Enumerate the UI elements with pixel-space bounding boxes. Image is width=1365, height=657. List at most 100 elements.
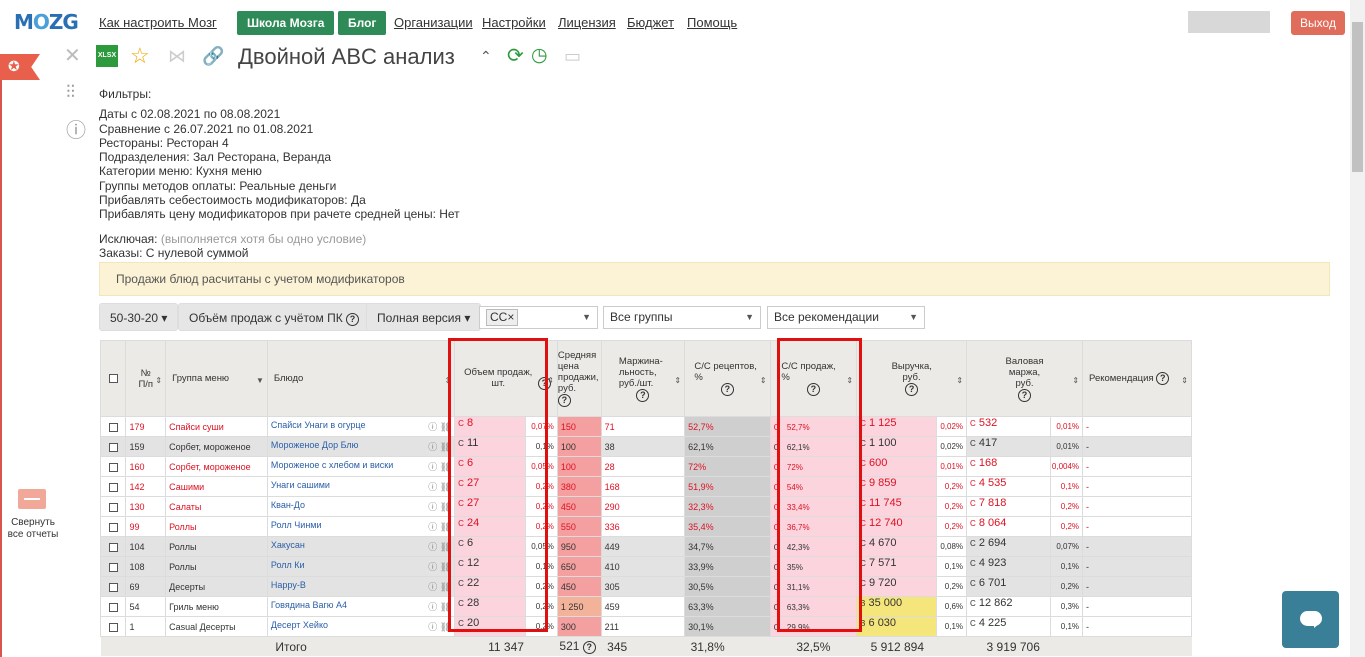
blog-button[interactable]: Блог (338, 11, 387, 35)
dropdown-arrow-icon[interactable]: ▼ (256, 375, 264, 386)
row-dish[interactable]: Мороженое Дор Блю ⓘ ⛓ (266, 436, 456, 457)
category-select[interactable]: СС× ▼ (479, 306, 598, 329)
row-dish[interactable]: Спайси Унаги в огурце ⓘ ⛓ (266, 416, 456, 437)
help-icon[interactable]: ? (558, 394, 571, 407)
header-price[interactable]: Средняя цена продажи, руб.? (556, 340, 602, 417)
xlsx-export-icon[interactable]: XLSX (96, 45, 118, 67)
row-checkbox-cell[interactable] (99, 516, 127, 537)
sort-icon[interactable]: ⇕ (1181, 375, 1188, 386)
table-row[interactable]: 1 Casual Десерты Десерт Хейко ⓘ ⛓ С 20 0,2% 30… (99, 616, 1192, 637)
row-checkbox[interactable] (108, 542, 118, 552)
header-cs-recipes[interactable]: С/С рецептов, %? ⇕ (684, 340, 771, 417)
link-icon[interactable]: 🔗 (202, 42, 224, 70)
row-dish[interactable]: Хакусан ⓘ ⛓ (266, 536, 456, 557)
user-avatar[interactable] (1188, 11, 1270, 33)
row-dish[interactable]: Happy-B ⓘ ⛓ (266, 576, 456, 597)
sort-icon[interactable]: ⇕ (547, 375, 554, 386)
dish-link[interactable]: Ролл Чинми (271, 520, 322, 530)
metric-button[interactable]: Объём продаж с учётом ПК ? (178, 303, 371, 331)
sort-icon[interactable]: ⇕ (674, 375, 681, 386)
row-dish[interactable]: Говядина Вагю А4 ⓘ ⛓ (266, 596, 456, 617)
row-checkbox-cell[interactable] (99, 576, 127, 597)
dish-link[interactable]: Десерт Хейко (271, 620, 328, 630)
share-icon[interactable]: ⋈ (168, 42, 186, 70)
help-icon[interactable]: ? (1018, 388, 1032, 402)
row-checkbox[interactable] (108, 442, 118, 452)
nav-link-help[interactable]: Помощь (687, 15, 737, 30)
table-row[interactable]: 108 Роллы Ролл Ки ⓘ ⛓ С 12 0,1% 650 410 33,9% С 3… (99, 556, 1192, 577)
header-revenue[interactable]: Выручка, руб.? ⇕ (856, 340, 968, 417)
row-checkbox-cell[interactable] (99, 436, 127, 457)
row-checkbox[interactable] (108, 422, 118, 432)
row-dish[interactable]: Десерт Хейко ⓘ ⛓ (266, 616, 456, 637)
chat-widget-button[interactable] (1282, 591, 1339, 648)
collapse-all-label[interactable]: Свернуть все отчеты (4, 517, 62, 541)
recommendations-select[interactable]: Все рекомендации ▼ (767, 306, 925, 329)
header-dish[interactable]: Блюдо ⇕ (266, 340, 456, 417)
table-row[interactable]: 104 Роллы Хакусан ⓘ ⛓ С 6 0,05% 950 449 34,7% С 4… (99, 536, 1192, 557)
dish-link[interactable]: Говядина Вагю А4 (271, 600, 347, 610)
nav-link-how-to[interactable]: Как настроить Мозг (99, 15, 217, 30)
sort-icon[interactable]: ⇕ (956, 375, 963, 386)
dish-link[interactable]: Happy-B (271, 580, 306, 590)
nav-link-organizations[interactable]: Организации (394, 15, 473, 30)
refresh-icon[interactable]: ⟳ (507, 42, 524, 70)
clock-icon[interactable]: ◷ (531, 42, 548, 70)
row-checkbox-cell[interactable] (99, 416, 127, 437)
star-icon[interactable]: ☆ (130, 42, 150, 70)
row-checkbox[interactable] (108, 462, 118, 472)
category-chip[interactable]: СС× (486, 309, 519, 326)
row-checkbox[interactable] (108, 622, 118, 632)
sort-icon[interactable]: ⇕ (155, 375, 162, 386)
row-checkbox-cell[interactable] (99, 616, 127, 637)
reports-tab[interactable]: ✪ (0, 54, 40, 80)
row-checkbox-cell[interactable] (99, 596, 127, 617)
ratio-dropdown[interactable]: 50-30-20 ▾ (99, 303, 179, 331)
row-checkbox[interactable] (108, 602, 118, 612)
table-row[interactable]: 159 Сорбет, мороженое Мороженое Дор Блю ⓘ ⛓… (99, 436, 1192, 457)
help-icon[interactable]: ? (636, 388, 650, 402)
header-group[interactable]: Группа меню ▼ (165, 340, 268, 417)
remove-chip-icon[interactable]: × (507, 310, 514, 324)
dish-link[interactable]: Спайси Унаги в огурце (271, 420, 366, 430)
row-checkbox-cell[interactable] (99, 496, 127, 517)
help-icon[interactable]: ? (905, 383, 919, 396)
header-num[interactable]: № П/п ⇕ (125, 340, 167, 417)
table-row[interactable]: 99 Роллы Ролл Чинми ⓘ ⛓ С 24 0,2% 550 336 35,4% С… (99, 516, 1192, 537)
row-checkbox[interactable] (108, 562, 118, 572)
help-icon[interactable]: ? (1156, 372, 1170, 385)
help-icon[interactable]: ? (720, 383, 734, 396)
nav-link-license[interactable]: Лицензия (558, 15, 616, 30)
header-margin[interactable]: Маржина-льность, руб./шт.? ⇕ (600, 340, 686, 417)
collapse-all-icon[interactable] (18, 489, 46, 509)
sort-icon[interactable]: ⇕ (1072, 375, 1079, 386)
chevron-up-icon[interactable]: ⌃ (480, 42, 492, 70)
header-recommendation[interactable]: Рекомендация ? ⇕ (1082, 340, 1192, 417)
table-row[interactable]: 160 Сорбет, мороженое Мороженое с хлебом и… (99, 456, 1192, 477)
logout-button[interactable]: Выход (1291, 11, 1345, 35)
row-checkbox[interactable] (108, 482, 118, 492)
school-button[interactable]: Школа Мозга (237, 11, 335, 35)
mozg-logo[interactable]: MOZG (14, 10, 79, 34)
help-icon[interactable]: ? (582, 641, 596, 654)
row-checkbox[interactable] (108, 522, 118, 532)
filter-settings-icon[interactable]: ⫶⫶ (66, 82, 75, 103)
row-checkbox-cell[interactable] (99, 536, 127, 557)
row-dish[interactable]: Мороженое с хлебом и виски ⓘ ⛓ (266, 456, 456, 477)
dish-link[interactable]: Ролл Ки (271, 560, 305, 570)
row-checkbox-cell[interactable] (99, 556, 127, 577)
header-gross-margin[interactable]: Валовая маржа, руб.? ⇕ (966, 340, 1084, 417)
select-all-header[interactable] (99, 340, 127, 417)
table-row[interactable]: 142 Сашими Унаги сашими ⓘ ⛓ С 27 0,2% 380 168 51… (99, 476, 1192, 497)
row-dish[interactable]: Унаги сашими ⓘ ⛓ (266, 476, 456, 497)
row-checkbox[interactable] (108, 502, 118, 512)
dish-link[interactable]: Унаги сашими (271, 480, 330, 490)
nav-link-budget[interactable]: Бюджет (627, 15, 674, 30)
table-row[interactable]: 130 Салаты Кван-До ⓘ ⛓ С 27 0,2% 450 290 32,3% С … (99, 496, 1192, 517)
table-row[interactable]: 69 Десерты Happy-B ⓘ ⛓ С 22 0,2% 450 305 30,5% С … (99, 576, 1192, 597)
scrollbar[interactable] (1350, 0, 1365, 657)
dish-link[interactable]: Мороженое Дор Блю (271, 440, 359, 450)
table-row[interactable]: 179 Спайси суши Спайси Унаги в огурце ⓘ ⛓ С … (99, 416, 1192, 437)
row-dish[interactable]: Ролл Чинми ⓘ ⛓ (266, 516, 456, 537)
table-row[interactable]: 54 Гриль меню Говядина Вагю А4 ⓘ ⛓ С 28 0,2% 1… (99, 596, 1192, 617)
